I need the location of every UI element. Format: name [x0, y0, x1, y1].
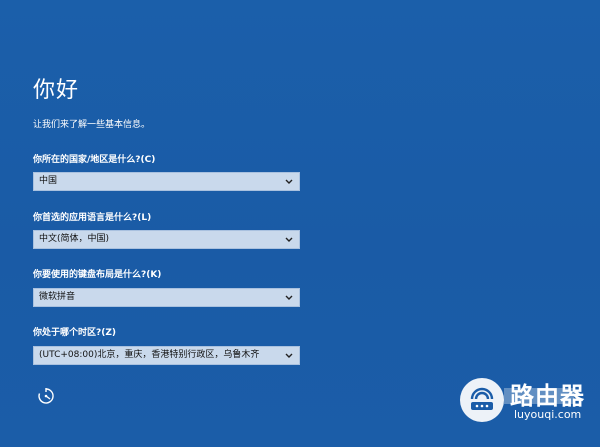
- timezone-select[interactable]: (UTC+08:00)北京，重庆，香港特别行政区，乌鲁木齐: [33, 346, 300, 365]
- watermark-name: 路由器: [510, 382, 585, 410]
- chevron-down-icon: [285, 295, 293, 300]
- chevron-down-icon: [285, 237, 293, 242]
- watermark-url: luyouqi.com: [514, 408, 582, 421]
- timezone-label: 你处于哪个时区?(Z): [33, 328, 116, 338]
- keyboard-value: 微软拼音: [39, 292, 76, 302]
- country-select[interactable]: 中国: [33, 172, 300, 191]
- setup-screen: 你好 让我们来了解一些基本信息。 你所在的国家/地区是什么?(C) 中国 你首选…: [0, 0, 600, 447]
- language-value: 中文(简体，中国): [39, 234, 110, 244]
- accessibility-icon[interactable]: [36, 386, 56, 406]
- chevron-down-icon: [285, 353, 293, 358]
- timezone-value: (UTC+08:00)北京，重庆，香港特别行政区，乌鲁木齐: [39, 350, 260, 360]
- keyboard-select[interactable]: 微软拼音: [33, 288, 300, 307]
- country-label: 你所在的国家/地区是什么?(C): [33, 155, 156, 165]
- chevron-down-icon: [285, 179, 293, 184]
- language-label: 你首选的应用语言是什么?(L): [33, 213, 152, 223]
- page-title: 你好: [33, 78, 80, 103]
- page-subtitle: 让我们来了解一些基本信息。: [33, 120, 151, 130]
- router-logo-icon: [460, 378, 504, 422]
- watermark: 路由器 luyouqi.com: [460, 378, 596, 430]
- language-select[interactable]: 中文(简体，中国): [33, 230, 300, 249]
- country-value: 中国: [39, 176, 58, 186]
- keyboard-label: 你要使用的键盘布局是什么?(K): [33, 270, 162, 280]
